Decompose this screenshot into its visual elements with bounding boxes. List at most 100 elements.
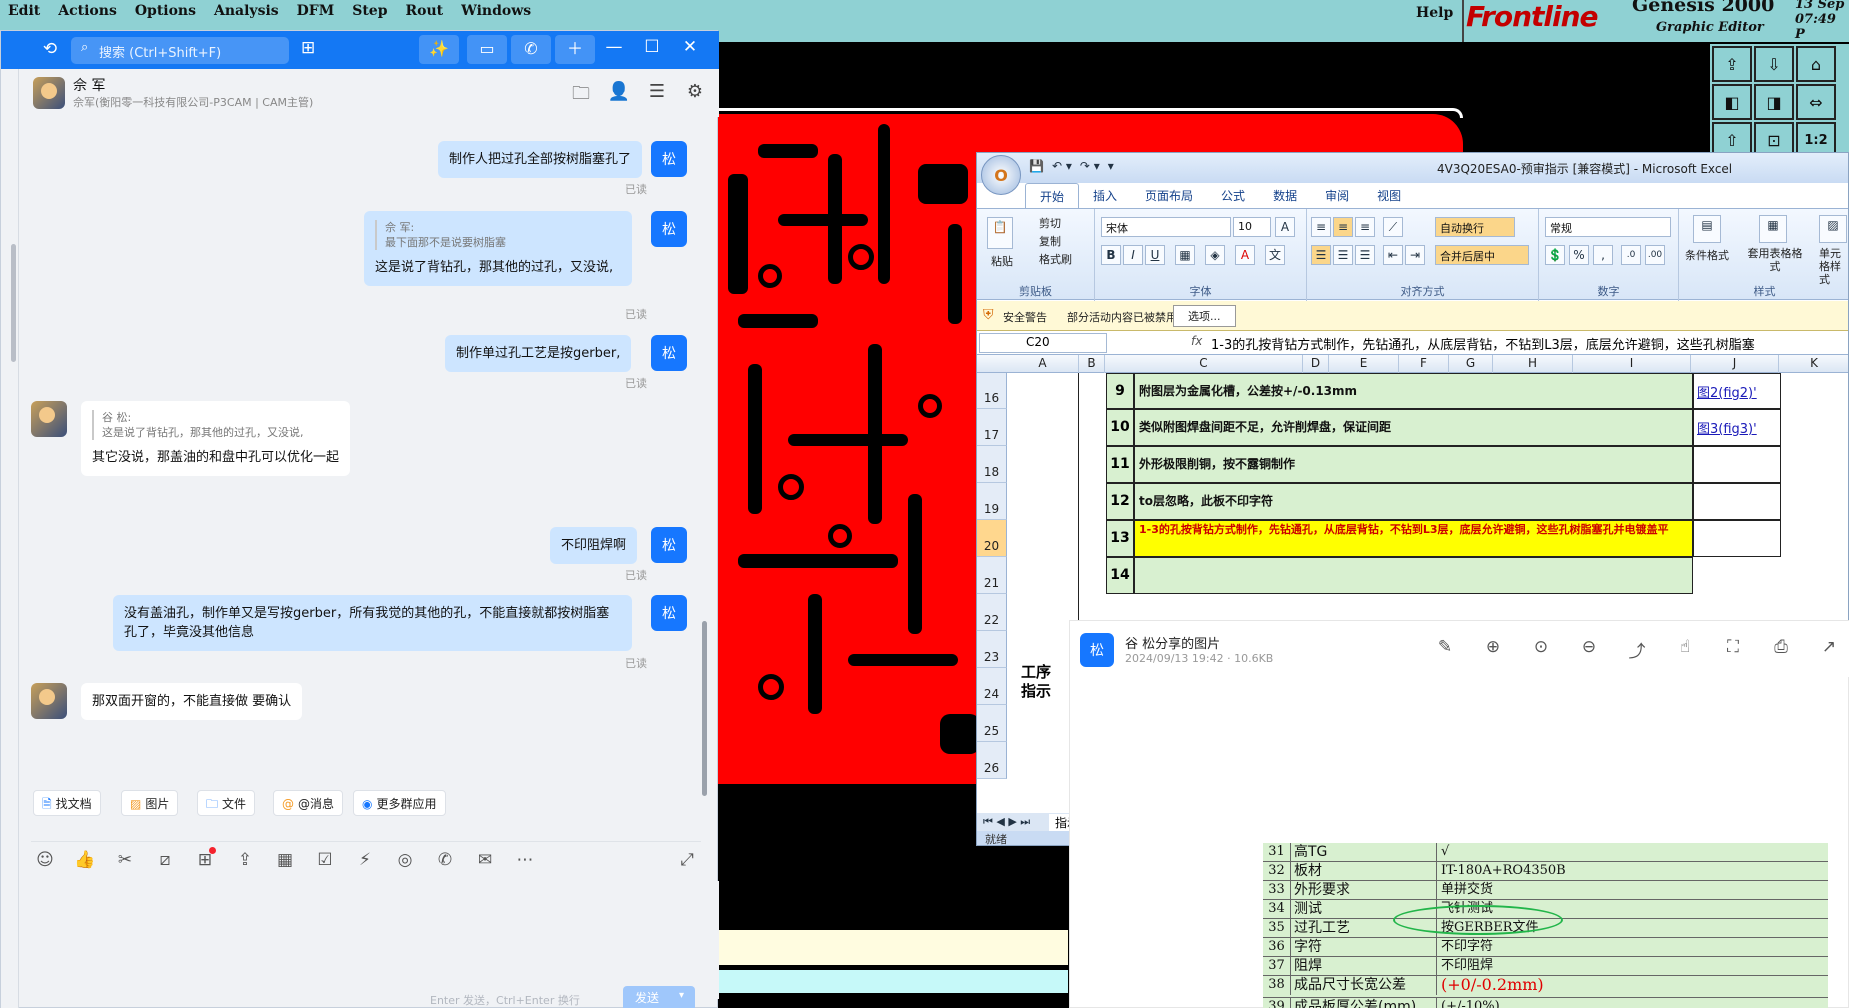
my-avatar[interactable]: 松: [651, 211, 687, 247]
office-button[interactable]: O: [981, 155, 1021, 195]
figure-link[interactable]: 图2(fig2)': [1693, 373, 1781, 409]
row-header[interactable]: 26: [977, 742, 1007, 779]
search-input[interactable]: 搜索 (Ctrl+Shift+F): [71, 37, 289, 64]
sidebar-scrollbar[interactable]: [11, 244, 16, 362]
instruction-cell[interactable]: 附图层为金属化槽，公差按+/-0.13mm: [1134, 373, 1693, 409]
decrease-indent-icon[interactable]: ⇤: [1383, 245, 1403, 265]
cell-styles-button[interactable]: 单元格样式: [1819, 247, 1848, 286]
genesis-menu-step[interactable]: Step: [352, 3, 387, 19]
align-center-icon[interactable]: ☰: [1333, 245, 1353, 265]
align-middle-icon[interactable]: ≡: [1333, 217, 1353, 237]
row-header[interactable]: 18: [977, 446, 1007, 483]
ai-assistant-icon[interactable]: ✨: [419, 35, 459, 64]
row-header[interactable]: 19: [977, 483, 1007, 520]
folder-icon[interactable]: 🗀: [569, 81, 593, 111]
add-icon[interactable]: ＋: [555, 35, 595, 64]
hand-icon[interactable]: ☝: [1672, 637, 1698, 662]
actual-size-icon[interactable]: ⊙: [1528, 637, 1554, 662]
column-header[interactable]: H: [1493, 355, 1573, 373]
orientation-icon[interactable]: ⟋: [1383, 217, 1403, 237]
item-number-cell[interactable]: 13: [1106, 520, 1134, 557]
column-header[interactable]: B: [1079, 355, 1105, 373]
genesis-menu-actions[interactable]: Actions: [58, 3, 117, 19]
tab-formulas[interactable]: 公式: [1207, 183, 1259, 209]
conditional-format-icon[interactable]: ▤: [1693, 215, 1721, 243]
column-header[interactable]: J: [1691, 355, 1779, 373]
fill-color-icon[interactable]: ◈: [1205, 245, 1225, 265]
conditional-format-button[interactable]: 条件格式: [1685, 247, 1729, 263]
my-avatar[interactable]: 松: [651, 141, 687, 177]
item-number-cell[interactable]: 11: [1106, 446, 1134, 483]
align-bottom-icon[interactable]: ≡: [1355, 217, 1375, 237]
contact-name[interactable]: 佘 军: [73, 75, 105, 95]
row-header[interactable]: 25: [977, 705, 1007, 742]
add-member-icon[interactable]: 👤: [607, 81, 631, 102]
grow-font-icon[interactable]: A: [1275, 217, 1295, 237]
sender-avatar[interactable]: [31, 401, 67, 437]
name-box[interactable]: C20: [979, 333, 1107, 353]
genesis-help-menu[interactable]: Help: [1416, 5, 1453, 21]
my-avatar[interactable]: 松: [651, 335, 687, 371]
instruction-cell[interactable]: 类似附图焊盘间距不足，允许削焊盘，保证间距: [1134, 409, 1693, 446]
align-right-icon[interactable]: ☰: [1355, 245, 1375, 265]
item-number-cell[interactable]: 9: [1106, 373, 1134, 409]
genesis-menu-options[interactable]: Options: [135, 3, 196, 19]
mail-icon[interactable]: ✉: [473, 850, 497, 870]
rotate-icon[interactable]: ⤴: [1624, 637, 1650, 662]
phonetic-icon[interactable]: 文: [1265, 245, 1285, 265]
message-bubble-mine[interactable]: 没有盖油孔，制作单又是写按gerber，所有我觉的其他的孔，不能直接就都按树脂塞…: [113, 595, 632, 651]
more-apps-chip[interactable]: ◉ 更多群应用: [353, 790, 446, 816]
percent-button[interactable]: %: [1569, 245, 1589, 265]
number-format-select[interactable]: 常规: [1545, 217, 1671, 237]
figure-link[interactable]: 图3(fig3)': [1693, 409, 1781, 446]
slash-command-icon[interactable]: ⧄: [153, 850, 177, 870]
font-size-select[interactable]: 10: [1233, 217, 1271, 237]
tool-pan-icon[interactable]: ⇔: [1796, 84, 1836, 120]
decrease-decimal-icon[interactable]: .00: [1645, 245, 1665, 265]
tab-insert[interactable]: 插入: [1079, 183, 1131, 209]
paste-button[interactable]: 粘贴: [991, 253, 1013, 269]
column-header[interactable]: C: [1105, 355, 1303, 373]
shared-spec-image[interactable]: 31 高TG √ 32 板材 IT-180A+RO4350B 33 外形要求 单…: [1263, 843, 1828, 1008]
send-button[interactable]: 发送 ▾: [623, 986, 695, 1008]
wrap-text-button[interactable]: 自动换行: [1435, 217, 1515, 237]
contact-avatar[interactable]: [33, 77, 65, 109]
copy-button[interactable]: 复制: [1039, 233, 1061, 249]
genesis-menu-windows[interactable]: Windows: [461, 3, 531, 19]
item-number-cell[interactable]: 14: [1106, 557, 1134, 594]
row-header[interactable]: 22: [977, 594, 1007, 631]
thumbs-up-icon[interactable]: 👍: [73, 850, 97, 870]
tab-page-layout[interactable]: 页面布局: [1131, 183, 1207, 209]
send-options-chevron-down-icon[interactable]: ▾: [679, 990, 684, 1001]
font-name-select[interactable]: 宋体: [1101, 217, 1231, 237]
column-header[interactable]: A: [1007, 355, 1079, 373]
format-painter-button[interactable]: 格式刷: [1039, 251, 1072, 267]
image-chip[interactable]: ▨ 图片: [121, 790, 179, 816]
crop-icon[interactable]: ⛶: [1720, 637, 1746, 662]
figure-link[interactable]: [1693, 446, 1781, 483]
genesis-menu-rout[interactable]: Rout: [406, 3, 444, 19]
share-icon[interactable]: ↗: [1816, 637, 1842, 662]
undo-icon[interactable]: ↶ ▾: [1052, 159, 1072, 173]
screen-share-icon[interactable]: ▭: [467, 35, 507, 64]
underline-button[interactable]: U: [1145, 245, 1165, 265]
save-image-icon[interactable]: ⎙: [1768, 637, 1794, 662]
tool-right-icon[interactable]: ◨: [1754, 84, 1794, 120]
search-history-icon[interactable]: ☰: [645, 81, 669, 102]
figure-link[interactable]: [1693, 520, 1781, 557]
tool-snapshot-icon[interactable]: ⇪: [1712, 46, 1752, 82]
history-icon[interactable]: ⟲: [39, 39, 61, 61]
upload-folder-icon[interactable]: ⇪: [233, 850, 257, 870]
row-header[interactable]: 23: [977, 631, 1007, 668]
column-header[interactable]: D: [1303, 355, 1329, 373]
message-input[interactable]: [19, 881, 719, 999]
zoom-out-icon[interactable]: ⊖: [1576, 637, 1602, 662]
row-header[interactable]: 21: [977, 557, 1007, 594]
row-header[interactable]: 24: [977, 668, 1007, 705]
phone-icon[interactable]: ✆: [433, 850, 457, 870]
row-header[interactable]: 16: [977, 373, 1007, 409]
sheet-nav-icon[interactable]: ⏮ ◀ ▶ ⏭: [983, 815, 1030, 829]
tab-data[interactable]: 数据: [1259, 183, 1311, 209]
file-chip[interactable]: 🗀 文件: [197, 790, 256, 816]
comma-button[interactable]: ,: [1593, 245, 1613, 265]
